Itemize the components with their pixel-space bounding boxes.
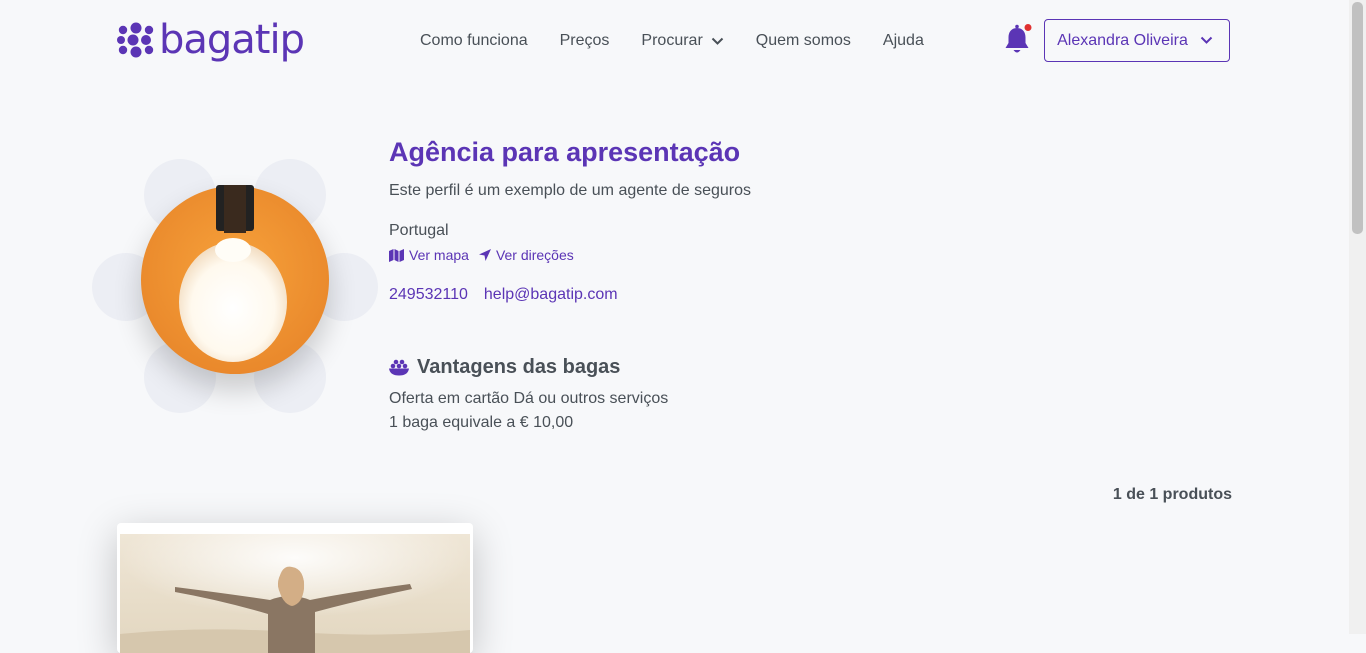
- perks-heading-text: Vantagens das bagas: [417, 356, 621, 378]
- product-image[interactable]: [120, 534, 470, 653]
- notification-dot: [1024, 24, 1032, 31]
- map-icon: [389, 248, 404, 262]
- main-nav: Como funciona Preços Procurar Quem somos…: [420, 31, 956, 51]
- notifications-button[interactable]: [1004, 24, 1032, 56]
- product-count: 1 de 1 produtos: [1112, 486, 1232, 503]
- profile-avatar: [90, 155, 380, 415]
- nav-ajuda[interactable]: Ajuda: [883, 31, 924, 51]
- email-link[interactable]: help@bagatip.com: [484, 286, 618, 304]
- agency-country: Portugal: [389, 222, 449, 239]
- perk-line-1: Oferta em cartão Dá ou outros serviços: [389, 390, 669, 407]
- contact-info: 249532110 help@bagatip.com: [389, 286, 634, 304]
- location-links: Ver mapa Ver direções: [389, 247, 584, 263]
- bell-icon: [1005, 24, 1032, 53]
- page-scrollbar[interactable]: [1349, 0, 1366, 634]
- chevron-down-icon: [711, 37, 723, 45]
- nav-precos[interactable]: Preços: [560, 31, 610, 51]
- agency-title: Agência para apresentação: [389, 137, 741, 167]
- perks-heading: Vantagens das bagas: [389, 356, 620, 379]
- berries-bowl-icon: [389, 359, 409, 376]
- logo-text: bagatip: [159, 17, 305, 63]
- nav-como-funciona[interactable]: Como funciona: [420, 31, 528, 51]
- chevron-down-icon: [1200, 36, 1213, 44]
- nav-quem-somos[interactable]: Quem somos: [756, 31, 851, 51]
- user-menu-button[interactable]: Alexandra Oliveira: [1044, 19, 1230, 62]
- view-directions-label: Ver direções: [495, 247, 574, 263]
- user-name: Alexandra Oliveira: [1057, 31, 1188, 49]
- location-arrow-icon: [478, 249, 491, 261]
- view-map-label: Ver mapa: [409, 247, 469, 263]
- bagatip-logo-mark-icon: [117, 22, 154, 58]
- agency-description: Este perfil é um exemplo de um agente de…: [389, 182, 751, 199]
- view-directions-link[interactable]: Ver direções: [478, 247, 574, 263]
- bagatip-logo[interactable]: bagatip: [117, 17, 305, 63]
- phone-link[interactable]: 249532110: [389, 286, 468, 304]
- scrollbar-thumb[interactable]: [1352, 2, 1363, 234]
- perk-line-2: 1 baga equivale a € 10,00: [389, 414, 574, 431]
- nav-procurar-label: Procurar: [641, 32, 703, 49]
- nav-procurar[interactable]: Procurar: [641, 31, 723, 51]
- view-map-link[interactable]: Ver mapa: [389, 247, 469, 263]
